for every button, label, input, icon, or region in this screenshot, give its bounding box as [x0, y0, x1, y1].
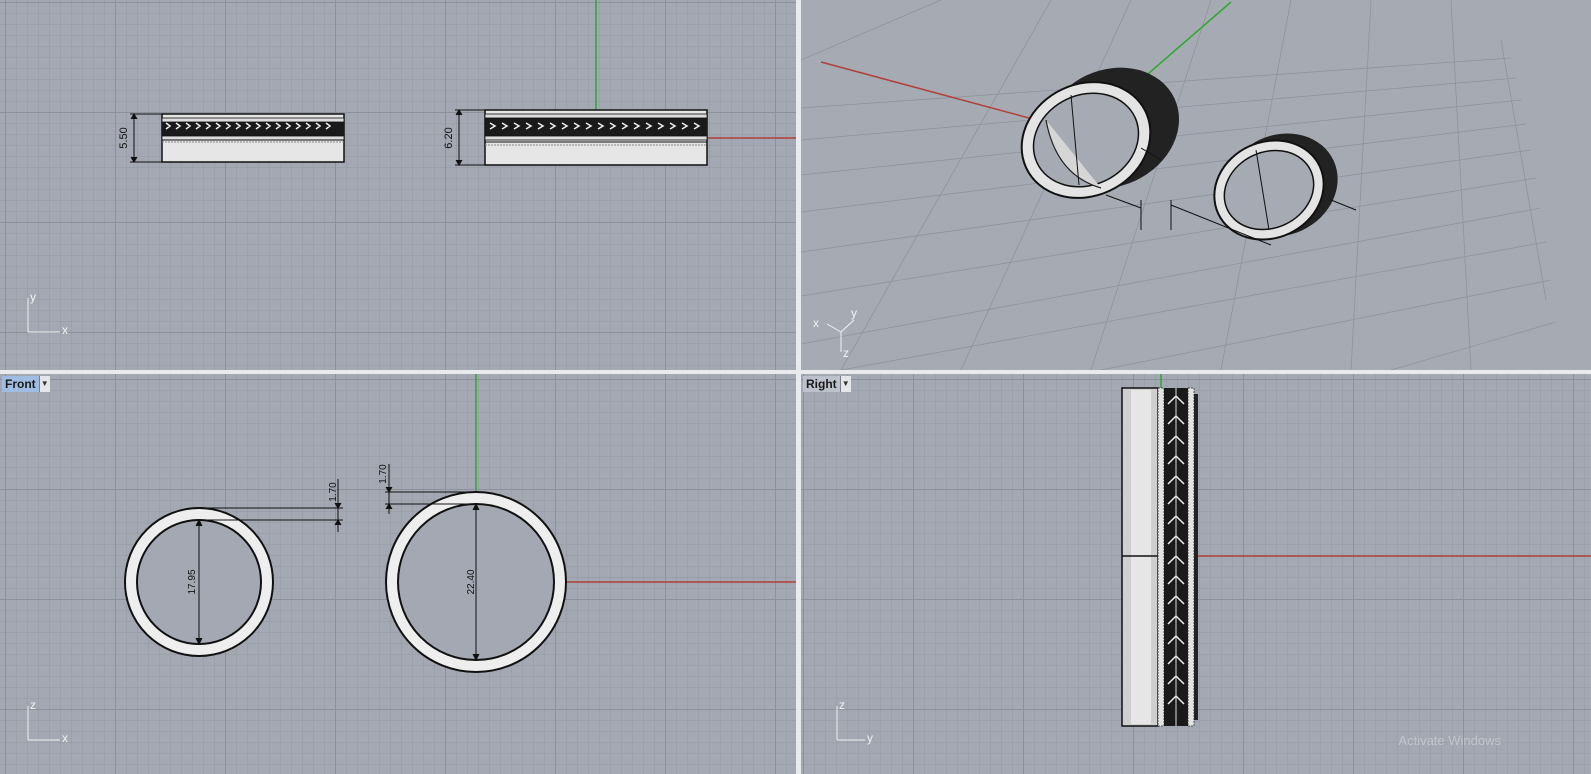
right-view-canvas [1121, 374, 1591, 727]
perspective-axis-icon: x y z [809, 302, 869, 362]
large-ring-height-dimension: 6.20 [443, 109, 485, 166]
top-view-canvas: 5.50 6.20 [118, 0, 796, 166]
front-viewport[interactable]: 17.95 1.70 22.40 1.70 Front ▼ z x [0, 374, 796, 774]
perspective-grid [801, 0, 1557, 370]
ring-1-perspective [1020, 67, 1180, 199]
axis-y-label: y [30, 290, 36, 304]
right-viewport[interactable]: Right ▼ z y Activate Windows [801, 374, 1591, 774]
axis-z-label: z [30, 698, 36, 712]
chevron-down-icon[interactable]: ▼ [38, 376, 50, 392]
axis-z-label: z [839, 698, 845, 712]
small-ring-top [161, 113, 345, 163]
front-viewport-title[interactable]: Front ▼ [2, 376, 50, 392]
large-ring-top [484, 109, 708, 166]
small-ring-height-dimension: 5.50 [118, 113, 162, 163]
front-view-canvas: 17.95 1.70 22.40 1.70 [124, 374, 796, 673]
large-ring-front: 22.40 1.70 [378, 464, 567, 673]
perspective-canvas [801, 0, 1557, 370]
viewport-name[interactable]: Front [2, 376, 39, 392]
activation-watermark: Activate Windows [1398, 733, 1501, 748]
viewport-divider-horizontal[interactable] [0, 370, 1591, 374]
viewport-divider-vertical[interactable] [796, 0, 801, 774]
top-viewport[interactable]: 5.50 6.20 y x [0, 0, 796, 370]
small-ring-front: 17.95 1.70 [124, 479, 343, 657]
large-ring-height-label: 6.20 [443, 127, 455, 148]
axis-y-label: y [867, 731, 873, 745]
axis-z-label: z [843, 346, 849, 360]
chevron-down-icon[interactable]: ▼ [839, 376, 851, 392]
right-viewport-title[interactable]: Right ▼ [803, 376, 851, 392]
right-axis-icon: z y [831, 698, 891, 760]
small-ring-thickness-label: 1.70 [328, 482, 339, 502]
front-axis-icon: z x [22, 698, 82, 760]
large-ring-thickness-label: 1.70 [378, 464, 389, 484]
ring-2-perspective [1213, 133, 1338, 241]
axis-x-label: x [62, 731, 68, 745]
perspective-viewport[interactable]: x y z [801, 0, 1591, 370]
large-ring-diameter-label: 22.40 [466, 569, 477, 594]
axis-x-label: x [62, 323, 68, 337]
axis-y-label: y [851, 306, 857, 320]
small-ring-diameter-label: 17.95 [187, 569, 198, 594]
axis-x-label: x [813, 316, 819, 330]
small-ring-height-label: 5.50 [118, 127, 130, 148]
top-axis-icon: y x [22, 290, 82, 352]
viewport-name[interactable]: Right [803, 376, 840, 392]
rings-side-profile [1121, 387, 1198, 727]
